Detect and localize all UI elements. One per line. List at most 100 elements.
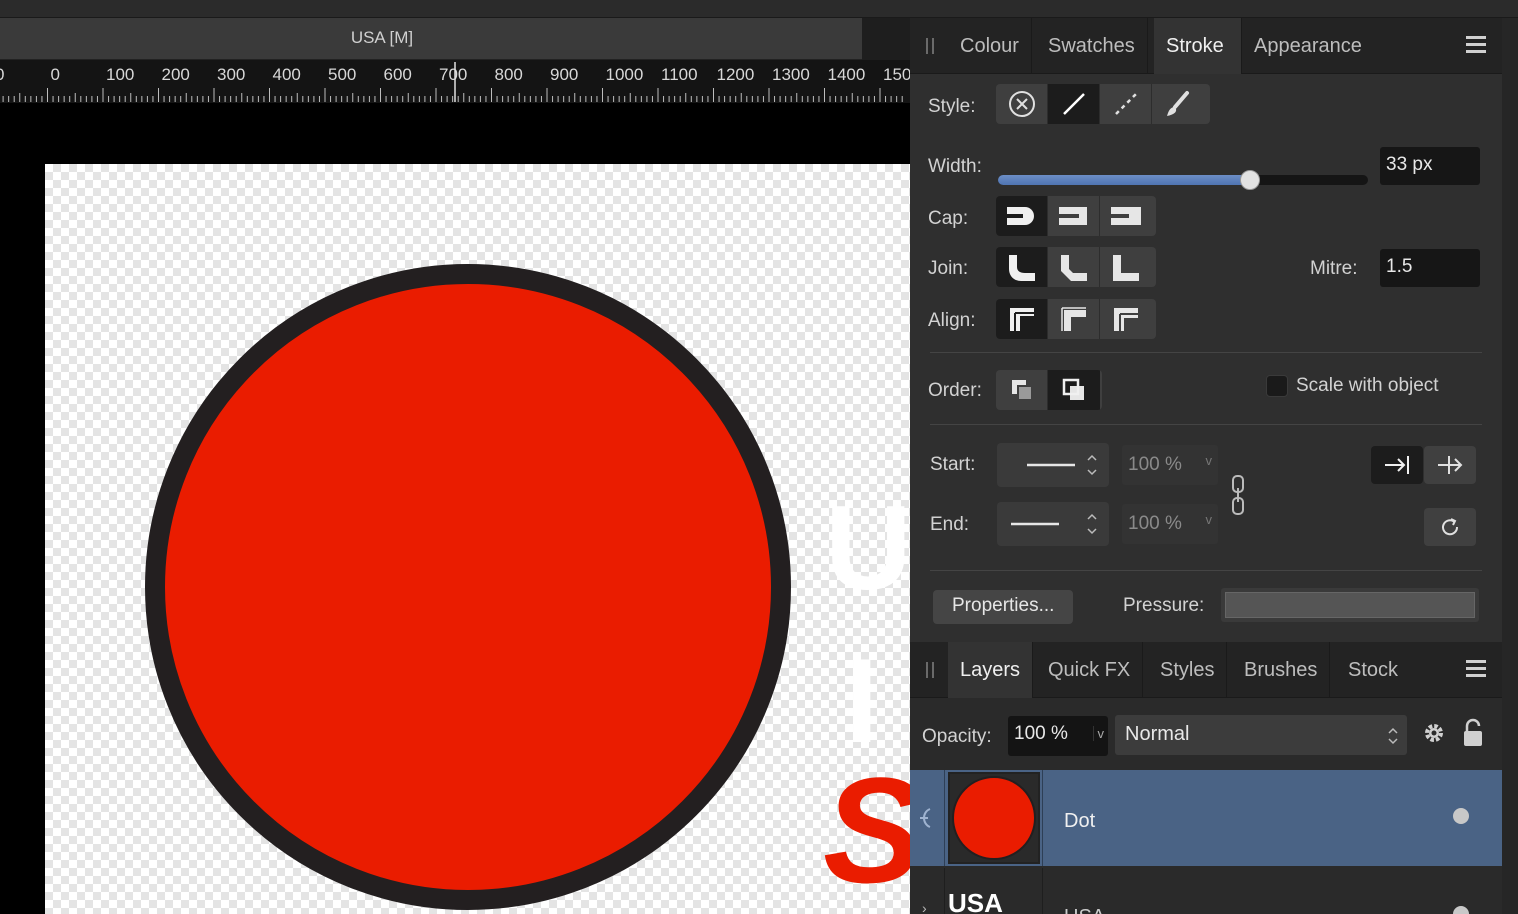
align-label: Align: — [928, 310, 976, 331]
layers-panel: Layers Quick FX Styles Brushes Stock Opa… — [910, 642, 1502, 914]
tab-layers[interactable]: Layers — [948, 642, 1034, 698]
join-label: Join: — [928, 258, 969, 279]
bevel-join-icon — [1060, 255, 1087, 281]
row-separator — [944, 868, 945, 914]
layer-name-usa[interactable]: USA — [1064, 906, 1105, 914]
chevron-down-icon[interactable]: v — [1206, 512, 1213, 527]
tab-quick-fx[interactable]: Quick FX — [1036, 642, 1144, 698]
tab-brushes[interactable]: Brushes — [1232, 642, 1331, 698]
divider-1 — [930, 352, 1482, 353]
visibility-dot-icon[interactable] — [1453, 906, 1469, 914]
tab-colour[interactable]: Colour — [948, 18, 1032, 74]
brush-icon — [1167, 91, 1189, 116]
solid-line-icon — [1062, 93, 1085, 115]
tab-styles[interactable]: Styles — [1148, 642, 1228, 698]
swap-arrowheads-button[interactable] — [1424, 508, 1476, 546]
width-slider-fill — [998, 175, 1250, 185]
ruler-tick-label: 1000 — [606, 65, 644, 84]
order-segment — [996, 370, 1102, 410]
mitre-input[interactable]: 1.5 — [1380, 249, 1480, 287]
style-solid-button[interactable] — [1048, 84, 1100, 124]
ruler-tick-label: 100 — [106, 65, 134, 84]
align-inside-button[interactable] — [1048, 299, 1100, 339]
chevron-down-icon[interactable]: v — [1092, 726, 1104, 741]
join-bevel-button[interactable] — [1048, 247, 1100, 287]
artboard[interactable]: U I S — [45, 164, 910, 914]
arrow-to-end-icon — [1385, 456, 1409, 474]
stroke-panel: Colour Swatches Stroke Appearance Style:… — [910, 18, 1502, 642]
ruler-tick-label: 300 — [217, 65, 245, 84]
layer-row-dot[interactable]: Dot — [910, 770, 1502, 866]
tab-swatches[interactable]: Swatches — [1036, 18, 1148, 74]
ruler-tick-label: 1200 — [717, 65, 755, 84]
order-front-button[interactable] — [1048, 370, 1100, 410]
layer-name-dot[interactable]: Dot — [1064, 810, 1095, 833]
align-outside-button[interactable] — [1100, 299, 1152, 339]
ruler-tick-label: 1300 — [772, 65, 810, 84]
arrowhead-past-end-button[interactable] — [1424, 446, 1476, 484]
style-dashed-button[interactable] — [1100, 84, 1152, 124]
panel-scroll-edge — [1502, 18, 1518, 914]
width-slider[interactable] — [998, 170, 1368, 190]
blend-mode-select[interactable]: Normal — [1115, 715, 1407, 755]
style-label: Style: — [928, 96, 976, 117]
expand-chevron-icon[interactable]: › — [922, 900, 927, 914]
start-scale-input[interactable]: 100 % v — [1122, 445, 1218, 485]
cap-round-button[interactable] — [996, 196, 1048, 236]
end-scale-input[interactable]: 100 % v — [1122, 504, 1218, 544]
order-behind-button[interactable] — [996, 370, 1048, 410]
style-brush-button[interactable] — [1152, 84, 1204, 124]
tab-bar-filler — [862, 18, 910, 60]
ruler-tick-label: 0 — [51, 65, 60, 84]
layer-thumbnail-dot — [948, 772, 1040, 864]
miter-join-icon — [1113, 255, 1139, 281]
ruler-tick-label: 1100 — [661, 65, 698, 84]
cap-square-button[interactable] — [1100, 196, 1152, 236]
link-chain-icon[interactable] — [1230, 474, 1246, 516]
square-cap-icon — [1111, 207, 1141, 225]
properties-button[interactable]: Properties... — [933, 590, 1074, 624]
join-miter-button[interactable] — [1100, 247, 1152, 287]
panel-menu-icon[interactable] — [1466, 36, 1486, 54]
lock-icon[interactable] — [1462, 718, 1484, 748]
align-segment — [996, 299, 1156, 339]
tab-stock[interactable]: Stock — [1336, 642, 1410, 698]
arrow-past-end-icon — [1438, 456, 1463, 474]
panel-grip-icon[interactable] — [926, 38, 934, 54]
width-slider-knob[interactable] — [1240, 170, 1260, 190]
ruler-tick-label: 500 — [328, 65, 356, 84]
text-graphic-USA[interactable]: U I S — [823, 481, 910, 914]
document-tab-title[interactable]: USA [M] — [0, 28, 764, 48]
artboard-letter-s: S — [823, 746, 910, 914]
layer-row-usa[interactable]: › USA USA — [910, 868, 1502, 914]
join-round-button[interactable] — [996, 247, 1048, 287]
ruler-tick-label: 0 — [0, 65, 4, 84]
join-segment — [996, 247, 1156, 287]
pressure-label: Pressure: — [1123, 595, 1205, 616]
panel-menu-icon[interactable] — [1466, 660, 1486, 678]
horizontal-ruler[interactable]: 0 0 100 200 300 400 500 600 700 800 900 1000 1100 120… — [0, 60, 910, 104]
width-input[interactable]: 33 px — [1380, 147, 1480, 185]
arrowhead-at-end-button[interactable] — [1371, 446, 1423, 484]
tab-stroke[interactable]: Stroke — [1154, 18, 1242, 74]
vector-layer-icon — [920, 808, 931, 828]
start-arrowhead-select[interactable] — [997, 443, 1109, 487]
visibility-dot-icon[interactable] — [1453, 808, 1469, 824]
gear-icon[interactable] — [1421, 720, 1447, 746]
opacity-input[interactable]: 100 % v — [1008, 716, 1108, 756]
end-arrowhead-select[interactable] — [997, 502, 1109, 546]
panel-grip-icon[interactable] — [926, 662, 934, 678]
tab-appearance[interactable]: Appearance — [1242, 18, 1374, 74]
document-tab-bar[interactable]: USA [M] — [0, 18, 862, 60]
chevron-down-icon[interactable]: v — [1206, 453, 1213, 468]
width-label: Width: — [928, 156, 982, 177]
title-strip — [0, 0, 1518, 18]
cap-butt-button[interactable] — [1048, 196, 1100, 236]
align-center-button[interactable] — [996, 299, 1048, 339]
order-label: Order: — [928, 380, 982, 401]
pressure-graph[interactable] — [1221, 588, 1479, 622]
scale-with-object-checkbox[interactable] — [1266, 375, 1288, 397]
style-none-button[interactable] — [996, 84, 1048, 124]
red-dot-shape[interactable] — [145, 264, 791, 910]
refresh-icon — [1442, 518, 1459, 536]
